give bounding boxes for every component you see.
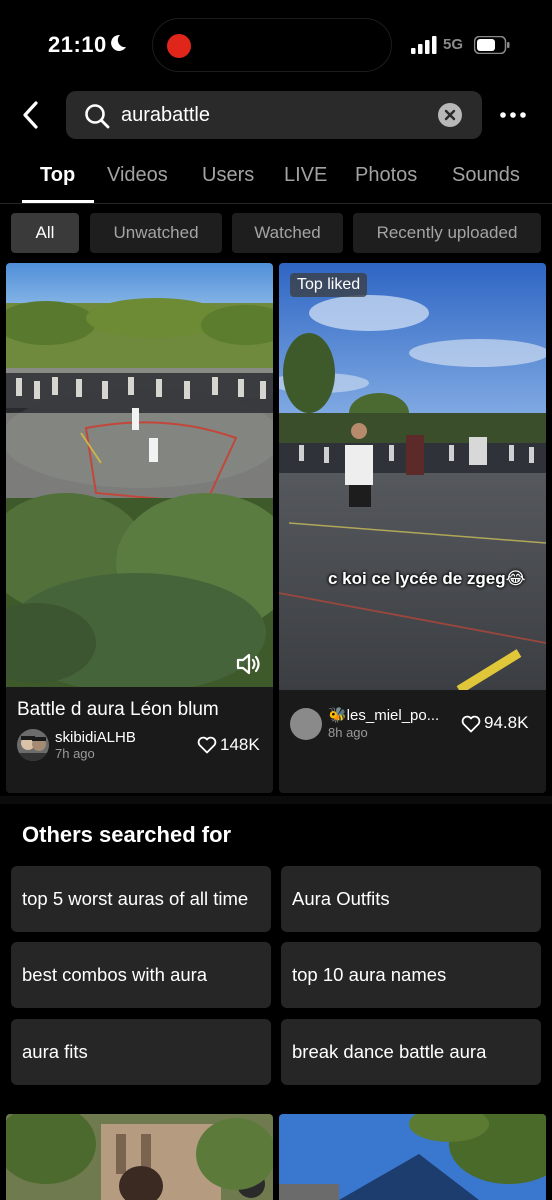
filter-chip-all[interactable]: All [11, 213, 79, 253]
tab-users[interactable]: Users [202, 164, 254, 187]
like-count: 94.8K [484, 713, 529, 732]
top-liked-badge: Top liked [290, 273, 368, 297]
battery-icon [474, 36, 510, 54]
tab-videos[interactable]: Videos [107, 164, 168, 187]
filter-chip-recently-uploaded[interactable]: Recently uploaded [353, 213, 541, 253]
suggestion-chip[interactable]: aura fits [11, 1019, 271, 1085]
post-age: 8h ago [328, 725, 368, 740]
search-input[interactable]: aurabattle [66, 91, 482, 139]
tab-photos[interactable]: Photos [355, 164, 417, 187]
cellular-signal-icon [411, 36, 437, 54]
video-card[interactable]: Top liked c koi ce lycée de zgeg😂 🐝les_m… [279, 263, 546, 793]
like-count: 148K [220, 735, 260, 754]
recording-indicator-icon [167, 34, 191, 58]
video-caption-overlay: c koi ce lycée de zgeg😂 [328, 569, 526, 588]
suggestion-chip[interactable]: top 5 worst auras of all time [11, 866, 271, 932]
suggestion-chip[interactable]: top 10 aura names [281, 942, 541, 1008]
active-tab-indicator [22, 200, 94, 203]
suggestion-chip[interactable]: break dance battle aura [281, 1019, 541, 1085]
search-icon [85, 104, 110, 129]
search-query[interactable]: aurabattle [121, 104, 210, 127]
suggestion-chip[interactable]: best combos with aura [11, 942, 271, 1008]
network-type: 5G [443, 36, 464, 53]
video-thumbnail[interactable] [279, 1114, 546, 1200]
heart-icon[interactable] [461, 715, 481, 733]
moon-icon [111, 34, 126, 51]
clear-search-icon[interactable] [438, 103, 462, 127]
sound-on-icon[interactable] [235, 651, 263, 677]
tab-sounds[interactable]: Sounds [452, 164, 520, 187]
status-time: 21:10 [48, 32, 107, 57]
others-searched-title: Others searched for [22, 822, 232, 847]
tab-top[interactable]: Top [40, 164, 75, 187]
tab-live[interactable]: LIVE [284, 164, 327, 187]
post-age: 7h ago [55, 746, 95, 761]
section-divider [0, 796, 552, 804]
author-name[interactable]: skibidiALHB [55, 729, 136, 746]
dynamic-island [152, 18, 392, 72]
heart-icon[interactable] [197, 736, 217, 754]
more-options-icon[interactable] [498, 104, 528, 126]
video-card[interactable]: Battle d aura Léon blum skibidiALHB 7h a… [6, 263, 273, 793]
video-thumbnail[interactable] [279, 263, 546, 690]
back-arrow-icon[interactable] [18, 98, 46, 132]
author-avatar[interactable] [290, 708, 322, 740]
video-title[interactable]: Battle d aura Léon blum [17, 699, 219, 721]
status-bar: 21:10 5G [0, 0, 552, 90]
filter-chip-watched[interactable]: Watched [232, 213, 343, 253]
author-name[interactable]: 🐝les_miel_po... [328, 706, 439, 724]
video-thumbnail[interactable] [6, 1114, 273, 1200]
video-thumbnail[interactable] [6, 263, 273, 687]
suggestion-chip[interactable]: Aura Outfits [281, 866, 541, 932]
author-avatar[interactable] [17, 729, 49, 761]
search-tabs: Top Videos Users LIVE Photos Sounds [0, 150, 552, 204]
filter-chip-unwatched[interactable]: Unwatched [90, 213, 222, 253]
